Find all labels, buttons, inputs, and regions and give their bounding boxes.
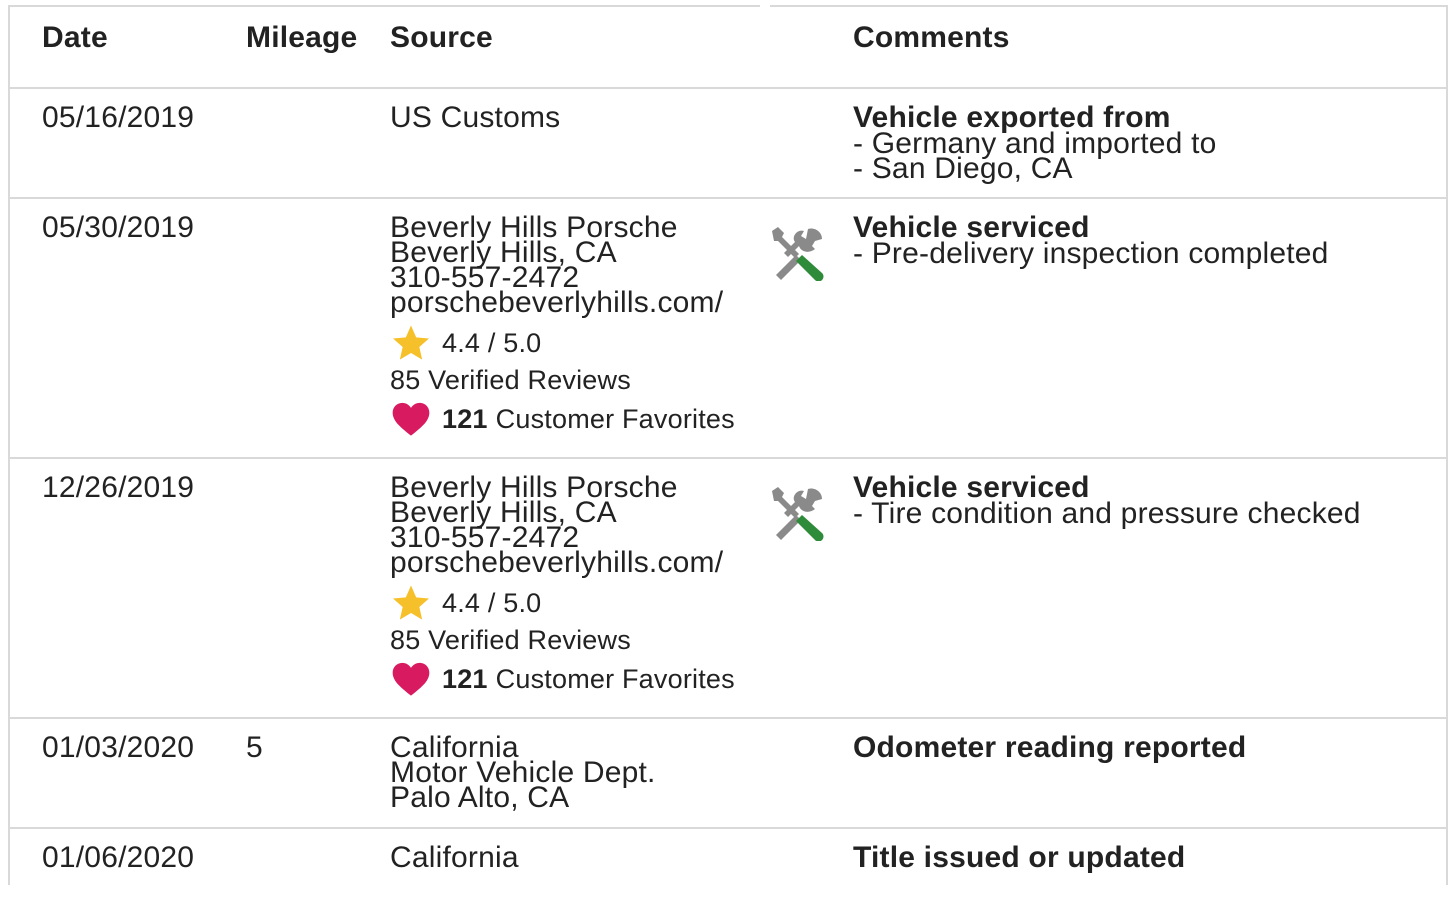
row-source: US Customs [390,101,561,134]
customer-favorites: 121 Customer Favorites [390,659,735,699]
comment-line: - Pre-delivery inspection completed [853,237,1329,270]
header-date: Date [42,21,108,54]
table-row: 05/16/2019 US Customs Vehicle exported f… [10,89,1446,199]
row-mileage: 5 [246,731,263,764]
row-source: Beverly Hills Porsche Beverly Hills, CA … [390,473,735,699]
table-row: 01/06/2020 California Title issued or up… [10,829,1446,909]
table-header-row: Date Mileage Source Comments [10,7,1446,89]
rating-value: 4.4 / 5.0 [442,328,542,358]
table-row: 01/03/2020 5 California Motor Vehicle De… [10,719,1446,829]
verified-reviews-link[interactable]: 85 Verified Reviews [390,365,735,395]
source-name: US Customs [390,101,561,134]
row-comments: Title issued or updated [853,841,1186,874]
row-date: 05/16/2019 [42,101,195,134]
star-icon [393,325,429,360]
row-date: 12/26/2019 [42,471,195,504]
favorites-count: 121 [442,664,488,694]
row-comments: Vehicle exported from - Germany and impo… [853,103,1217,184]
header-mileage: Mileage [246,21,358,54]
row-comments: Odometer reading reported [853,731,1247,764]
rating-value: 4.4 / 5.0 [442,588,542,618]
favorites-label: Customer Favorites [495,664,735,694]
service-tools-icon [768,225,826,287]
table-row: 05/30/2019 Beverly Hills Porsche Beverly… [10,199,1446,459]
dealer-rating: 4.4 / 5.0 [390,323,735,363]
comment-title: Odometer reading reported [853,731,1247,764]
row-comments: Vehicle serviced - Tire condition and pr… [853,473,1361,530]
verified-reviews-link[interactable]: 85 Verified Reviews [390,625,735,655]
source-website-link[interactable]: porschebeverlyhills.com/ [390,288,735,318]
dealer-rating: 4.4 / 5.0 [390,583,735,623]
favorites-count: 121 [442,404,488,434]
comment-line: - Tire condition and pressure checked [853,497,1361,530]
row-date: 01/03/2020 [42,731,195,764]
customer-favorites: 121 Customer Favorites [390,399,735,439]
source-website-link[interactable]: porschebeverlyhills.com/ [390,548,735,578]
table-row: 12/26/2019 Beverly Hills Porsche Beverly… [10,459,1446,719]
row-date: 05/30/2019 [42,211,195,244]
heart-icon [392,662,430,696]
header-source: Source [390,21,493,54]
source-name: California [390,841,519,874]
favorites-label: Customer Favorites [495,404,735,434]
vehicle-history-table: Date Mileage Source Comments 05/16/2019 … [8,4,1448,885]
header-comments: Comments [853,21,1010,54]
row-date: 01/06/2020 [42,841,195,874]
row-source: California [390,841,519,874]
star-icon [393,585,429,620]
row-source: Beverly Hills Porsche Beverly Hills, CA … [390,213,735,439]
comment-title: Title issued or updated [853,841,1186,874]
row-source: California Motor Vehicle Dept. Palo Alto… [390,733,656,813]
row-comments: Vehicle serviced - Pre-delivery inspecti… [853,213,1329,270]
heart-icon [392,402,430,436]
service-tools-icon [768,485,826,547]
